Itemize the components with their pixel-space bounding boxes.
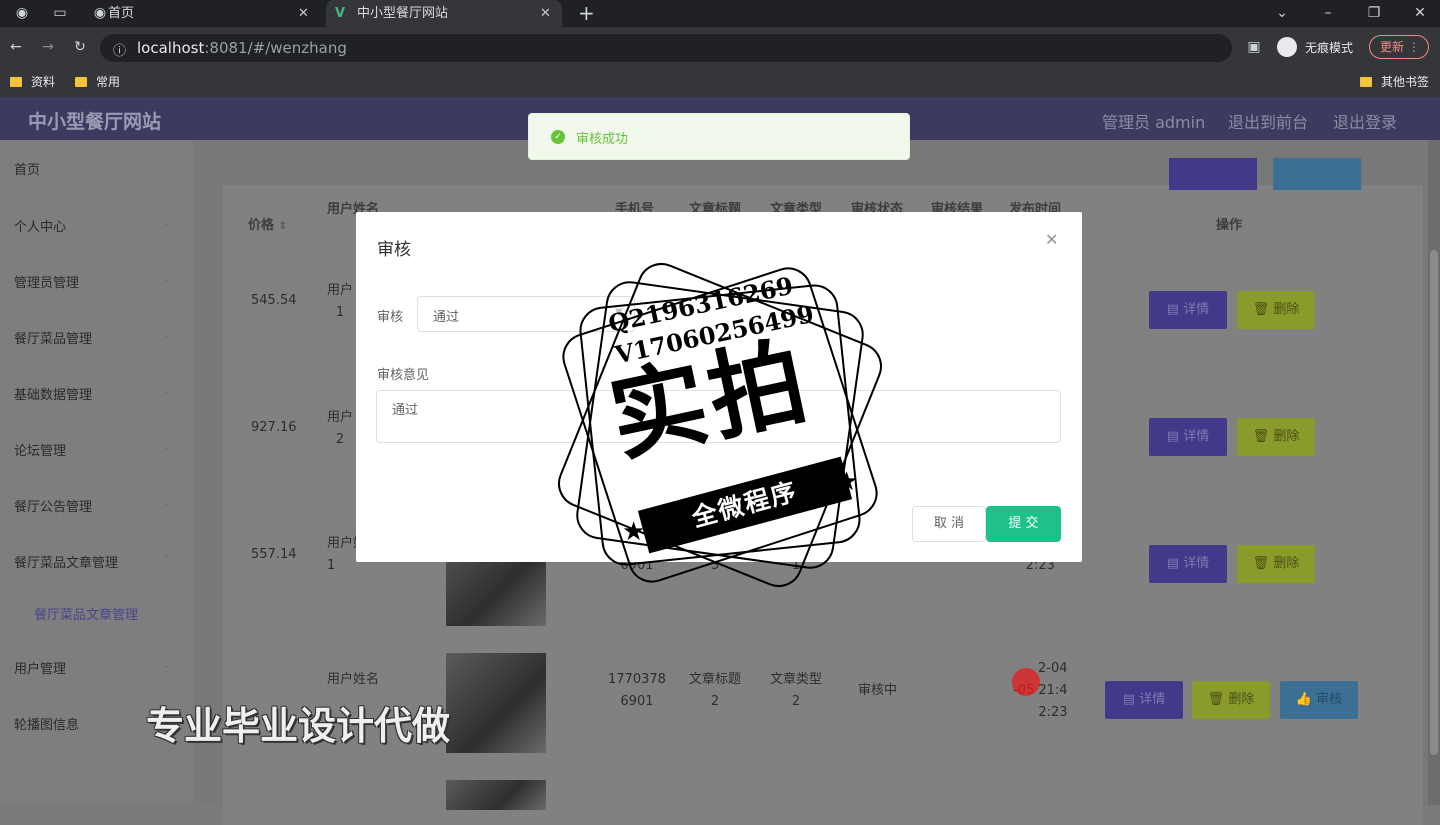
new-tab-button[interactable]: + xyxy=(578,3,595,23)
restore-icon[interactable]: ❐ xyxy=(1366,5,1382,21)
globe-icon: ◉ xyxy=(93,5,107,21)
success-toast: ✓ 审核成功 xyxy=(528,113,910,160)
audit-label: 审核 xyxy=(377,310,404,325)
folder-icon xyxy=(1360,77,1372,87)
forward-icon[interactable]: → xyxy=(40,39,56,55)
cell-title: 文章标题 2 xyxy=(689,672,742,709)
admin-user-link[interactable]: 管理员 admin xyxy=(1102,109,1205,133)
incognito-icon xyxy=(1277,37,1297,57)
vue-logo-icon: V xyxy=(335,6,346,21)
detail-button[interactable]: ▤ 详情 xyxy=(1149,545,1227,583)
bookmark-folder-changyong[interactable]: 常用 xyxy=(75,73,120,91)
cursor-highlight xyxy=(1012,668,1040,696)
sidebar-item-dishes[interactable]: 餐厅菜品管理 ⌄ xyxy=(14,328,171,347)
reload-icon[interactable]: ↻ xyxy=(72,39,88,55)
chevron-icon: ⌄ xyxy=(162,384,172,397)
url-input[interactable]: ⓘ localhost:8081/#/wenzhang xyxy=(100,34,1232,62)
sidebar-item-home[interactable]: 首页 xyxy=(14,159,40,178)
cell-type: 文章类型 2 xyxy=(770,672,823,709)
tab-home[interactable]: ◉ 首页 ✕ xyxy=(84,0,322,27)
chevron-up-icon: ⌃ xyxy=(162,552,172,565)
browser-tab-bar: ◉ ▭ ◉ 首页 ✕ V 中小型餐厅网站 ✕ + ⌄ – ❐ ✕ xyxy=(0,0,1440,27)
back-to-frontend-link[interactable]: 退出到前台 xyxy=(1228,109,1308,133)
submit-button[interactable]: 提 交 xyxy=(986,506,1061,542)
watermark-text: 专业毕业设计代做 xyxy=(146,704,451,748)
chevron-icon: ⌄ xyxy=(162,328,172,341)
delete-button[interactable]: 🗑 删除 xyxy=(1192,681,1270,719)
chevron-icon: ⌄ xyxy=(162,440,172,453)
detail-button[interactable]: ▤ 详情 xyxy=(1149,418,1227,456)
detail-button[interactable]: ▤ 详情 xyxy=(1149,291,1227,329)
close-icon[interactable]: ✕ xyxy=(1045,230,1058,249)
cell-price: 557.14 xyxy=(251,547,297,562)
cell-price: 927.16 xyxy=(251,420,297,435)
article-image[interactable] xyxy=(446,653,546,753)
dialog-title: 审核 xyxy=(377,240,411,260)
success-check-icon: ✓ xyxy=(551,130,565,144)
audit-button[interactable]: 👍 审核 xyxy=(1280,681,1358,719)
sidebar-item-personal[interactable]: 个人中心 ⌄ xyxy=(14,216,171,235)
watermark-stamp: Q2196316269 V17060256499 实拍 全微程序 ★ ★ xyxy=(530,235,910,615)
back-icon[interactable]: ← xyxy=(8,39,24,55)
folder-icon xyxy=(75,77,87,87)
sidebar-item-forum[interactable]: 论坛管理 ⌄ xyxy=(14,440,171,459)
cell-user-name: 用户姓名 xyxy=(327,672,380,687)
header-actions: 操作 xyxy=(1216,218,1243,233)
article-image[interactable] xyxy=(446,780,546,810)
cell-status: 审核中 xyxy=(858,683,898,698)
info-icon[interactable]: ⓘ xyxy=(113,40,126,59)
chevron-icon: ⌄ xyxy=(162,216,172,229)
delete-button[interactable]: 🗑 删除 xyxy=(1237,418,1315,456)
cancel-button[interactable]: 取 消 xyxy=(912,506,986,542)
delete-button[interactable]: 🗑 删除 xyxy=(1237,545,1315,583)
cell-user-name: 用户 2 xyxy=(327,410,354,447)
star-icon: ★ xyxy=(835,467,859,497)
bookmarks-bar: 资料 常用 其他书签 xyxy=(0,67,1440,97)
close-icon[interactable]: ✕ xyxy=(540,0,551,27)
close-icon[interactable]: ✕ xyxy=(298,0,309,27)
detail-button[interactable]: ▤ 详情 xyxy=(1105,681,1183,719)
sidebar-item-carousel[interactable]: 轮播图信息 ⌄ xyxy=(14,714,171,733)
minimize-icon[interactable]: – xyxy=(1320,5,1336,21)
scrollbar-thumb[interactable] xyxy=(1430,250,1438,755)
chevron-down-icon[interactable]: ⌄ xyxy=(1274,5,1290,21)
star-icon: ★ xyxy=(622,517,646,547)
globe-icon[interactable]: ◉ xyxy=(14,5,30,21)
window-icon[interactable]: ▭ xyxy=(52,5,68,21)
sidebar-item-notice[interactable]: 餐厅公告管理 ⌄ xyxy=(14,496,171,515)
sort-icon[interactable]: ⇕ xyxy=(279,221,287,232)
other-bookmarks[interactable]: 其他书签 xyxy=(1360,73,1429,91)
sidebar-item-admin[interactable]: 管理员管理 ⌄ xyxy=(14,272,171,291)
window-close-icon[interactable]: ✕ xyxy=(1412,5,1428,21)
bookmark-folder-ziliao[interactable]: 资料 xyxy=(10,73,55,91)
header-price[interactable]: 价格 ⇕ xyxy=(248,214,287,233)
cell-user-name: 用户 1 xyxy=(327,283,354,320)
chevron-icon: ⌄ xyxy=(162,272,172,285)
chevron-icon: ⌄ xyxy=(162,496,172,509)
tab-restaurant-site[interactable]: V 中小型餐厅网站 ✕ xyxy=(326,0,562,27)
incognito-label: 无痕模式 xyxy=(1305,41,1354,55)
folder-icon xyxy=(10,77,22,87)
sidebar-subitem-articles[interactable]: 餐厅菜品文章管理 xyxy=(34,604,138,623)
toolbar-button-2[interactable] xyxy=(1273,158,1361,190)
update-button[interactable]: 更新 ⋮ xyxy=(1369,35,1429,59)
site-brand: 中小型餐厅网站 xyxy=(28,111,162,133)
sidepanel-icon[interactable]: ▣ xyxy=(1246,39,1262,55)
cell-phone: 1770378 6901 xyxy=(608,672,666,709)
opinion-label: 审核意见 xyxy=(377,368,430,383)
chevron-icon: ⌄ xyxy=(162,658,172,671)
sidebar-item-users[interactable]: 用户管理 ⌄ xyxy=(14,658,171,677)
cell-price: 545.54 xyxy=(251,293,297,308)
sidebar-item-articles[interactable]: 餐厅菜品文章管理 ⌃ xyxy=(14,552,171,571)
sidebar-item-base-data[interactable]: 基础数据管理 ⌄ xyxy=(14,384,171,403)
toolbar-button-1[interactable] xyxy=(1169,158,1257,190)
delete-button[interactable]: 🗑 删除 xyxy=(1237,291,1315,329)
logout-link[interactable]: 退出登录 xyxy=(1333,109,1397,133)
